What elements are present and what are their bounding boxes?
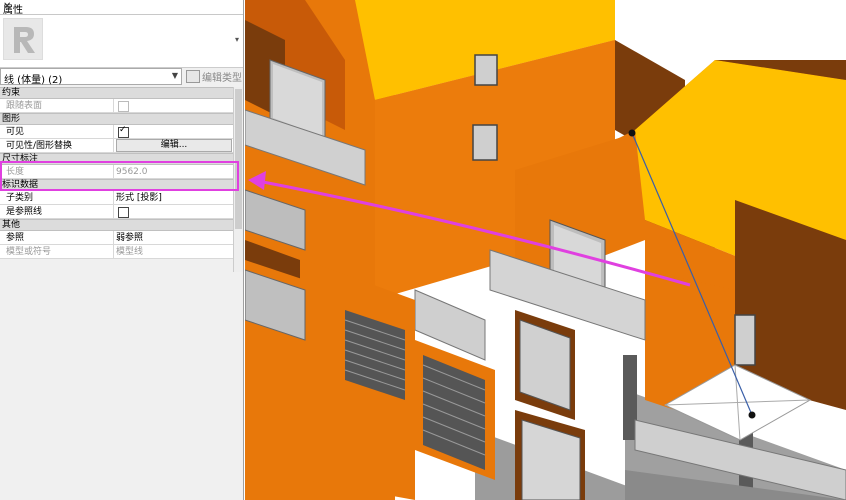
properties-grid: 约束 ⌃ 跟随表面 图形 ⌃ 可见 可见性/图形替换 编辑... 尺寸标注 ⌃ … <box>0 87 243 259</box>
divider <box>113 125 114 139</box>
row-label: 子类别 <box>6 193 34 203</box>
section-title: 其他 <box>2 220 21 230</box>
scrollbar-thumb[interactable] <box>235 89 242 229</box>
row-label: 参照 <box>6 233 25 243</box>
row-length: 长度 9562.0 <box>0 165 243 179</box>
row-is-ref-line: 是参照线 <box>0 205 243 219</box>
section-identity[interactable]: 标识数据 ⌃ <box>0 179 243 191</box>
section-title: 标识数据 <box>2 180 39 190</box>
edit-type-label: 编辑类型 <box>202 73 242 84</box>
row-label: 可见 <box>6 127 25 137</box>
chevron-down-icon[interactable]: ▾ <box>235 35 239 44</box>
visible-checkbox[interactable] <box>118 125 129 138</box>
instance-selector-value: 线 (体量) (2) <box>4 75 63 86</box>
row-reference: 参照 弱参照 <box>0 231 243 245</box>
instance-selector[interactable]: 线 (体量) (2) ▼ <box>0 68 182 86</box>
section-title: 尺寸标注 <box>2 154 39 164</box>
divider <box>113 139 114 153</box>
divider <box>113 245 114 259</box>
section-dimensions[interactable]: 尺寸标注 ⌃ <box>0 153 243 165</box>
divider <box>113 99 114 113</box>
section-title: 图形 <box>2 114 21 124</box>
row-vis-override: 可见性/图形替换 编辑... <box>0 139 243 153</box>
section-title: 约束 <box>2 88 21 98</box>
row-label: 模型或符号 <box>6 247 52 257</box>
follow-surface-checkbox <box>118 101 129 112</box>
building-model <box>245 0 846 500</box>
reference-value[interactable]: 弱参照 <box>116 232 143 244</box>
chevron-down-icon: ▼ <box>171 71 178 80</box>
divider <box>113 165 114 179</box>
edit-type-icon <box>186 70 200 83</box>
panel-titlebar: 属性 ✕ <box>0 0 243 16</box>
row-subcategory: 子类别 形式 [投影] <box>0 191 243 205</box>
section-constraints[interactable]: 约束 ⌃ <box>0 87 243 99</box>
row-label: 是参照线 <box>6 207 43 217</box>
length-value: 9562.0 <box>116 167 148 177</box>
subcategory-value[interactable]: 形式 [投影] <box>116 192 162 204</box>
properties-scrollbar[interactable] <box>233 87 243 272</box>
revit-logo-icon <box>3 18 43 60</box>
divider <box>113 205 114 219</box>
row-follow-surface: 跟随表面 <box>0 99 243 113</box>
section-other[interactable]: 其他 ⌃ <box>0 219 243 231</box>
row-label: 可见性/图形替换 <box>6 141 73 151</box>
close-icon[interactable]: ✕ <box>3 1 239 12</box>
edit-override-button[interactable]: 编辑... <box>116 139 232 152</box>
row-visible: 可见 <box>0 125 243 139</box>
is-ref-line-checkbox[interactable] <box>118 207 129 218</box>
model-or-symbolic-value: 模型线 <box>116 247 144 257</box>
edit-type-button[interactable]: 编辑类型 <box>186 69 242 84</box>
divider <box>113 191 114 205</box>
type-preview[interactable]: ▾ <box>0 15 243 68</box>
section-graphics[interactable]: 图形 ⌃ <box>0 113 243 125</box>
properties-panel: 属性 ✕ ▾ 线 (体量) (2) ▼ 编辑类型 约束 ⌃ 跟随表面 图 <box>0 0 244 500</box>
row-model-or-symbolic: 模型或符号 模型线 <box>0 245 243 259</box>
instance-selector-row: 线 (体量) (2) ▼ 编辑类型 <box>0 68 243 86</box>
3d-viewport[interactable] <box>245 0 846 500</box>
row-label: 长度 <box>6 167 25 177</box>
divider <box>113 231 114 245</box>
row-label: 跟随表面 <box>6 101 43 111</box>
